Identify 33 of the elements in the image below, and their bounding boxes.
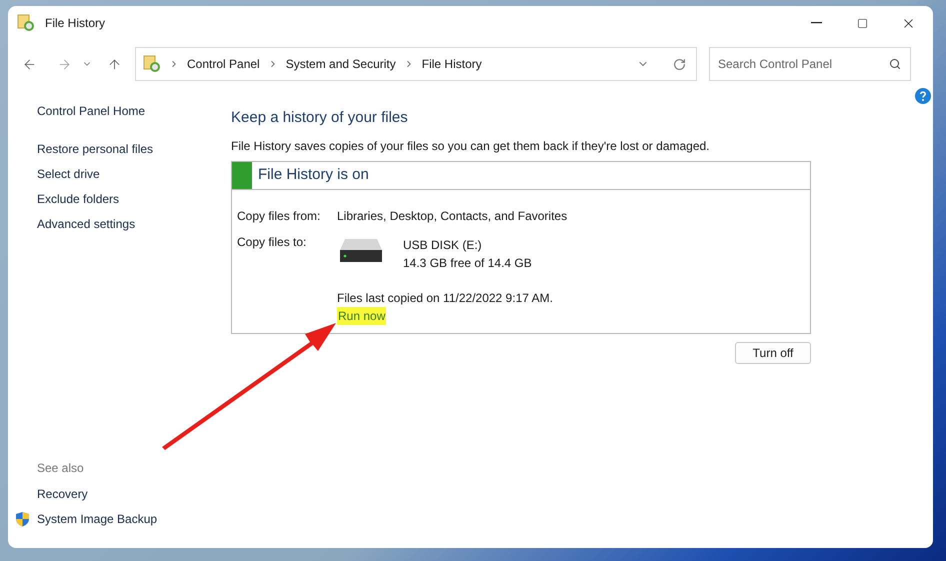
- field-label: Copy files from:: [237, 208, 322, 224]
- sidebar-link[interactable]: Select drive: [37, 165, 231, 183]
- search-icon: [889, 58, 901, 70]
- window-title: File History: [45, 15, 106, 32]
- sidebar-link[interactable]: Exclude folders: [37, 190, 231, 208]
- refresh-icon[interactable]: [673, 58, 686, 70]
- sidebar-link[interactable]: Control Panel Home: [37, 102, 231, 120]
- field-label: Copy files to:: [237, 234, 308, 250]
- last-copied-text: Files last copied on 11/22/2022 9:17 AM.: [337, 290, 554, 306]
- drive-name: USB DISK (E:): [403, 236, 483, 254]
- file-history-icon: [17, 14, 35, 32]
- sidebar-link[interactable]: Recovery: [37, 485, 88, 503]
- help-icon[interactable]: [915, 88, 931, 104]
- field-value: Libraries, Desktop, Contacts, and Favorites: [337, 208, 568, 224]
- page-heading: Keep a history of your files: [231, 108, 409, 128]
- sidebar-link[interactable]: System Image Backup: [37, 510, 158, 528]
- address-bar[interactable]: Control Panel System and Security File History: [135, 47, 697, 81]
- breadcrumb[interactable]: File History: [422, 55, 482, 73]
- sidebar-link[interactable]: Advanced settings: [37, 215, 231, 233]
- see-also-heading: See also: [37, 460, 85, 477]
- search-field[interactable]: Search Control Panel: [709, 47, 911, 81]
- breadcrumb[interactable]: Control Panel: [187, 55, 260, 73]
- drive-icon: [339, 238, 383, 264]
- description: File History saves copies of your files so you can get them back if they're lost or damaged.: [231, 138, 711, 154]
- turn-off-button[interactable]: Turn off: [735, 342, 811, 364]
- minimize-icon: [810, 22, 822, 24]
- maximize-icon: [856, 18, 868, 28]
- drive-space: 14.3 GB free of 14.4 GB: [403, 254, 532, 272]
- status-title: File History is on: [258, 164, 369, 185]
- breadcrumb[interactable]: System and Security: [286, 55, 396, 73]
- file-history-icon: [143, 55, 161, 73]
- sidebar-link[interactable]: Restore personal files: [37, 140, 231, 158]
- run-now-link[interactable]: Run now: [337, 306, 386, 324]
